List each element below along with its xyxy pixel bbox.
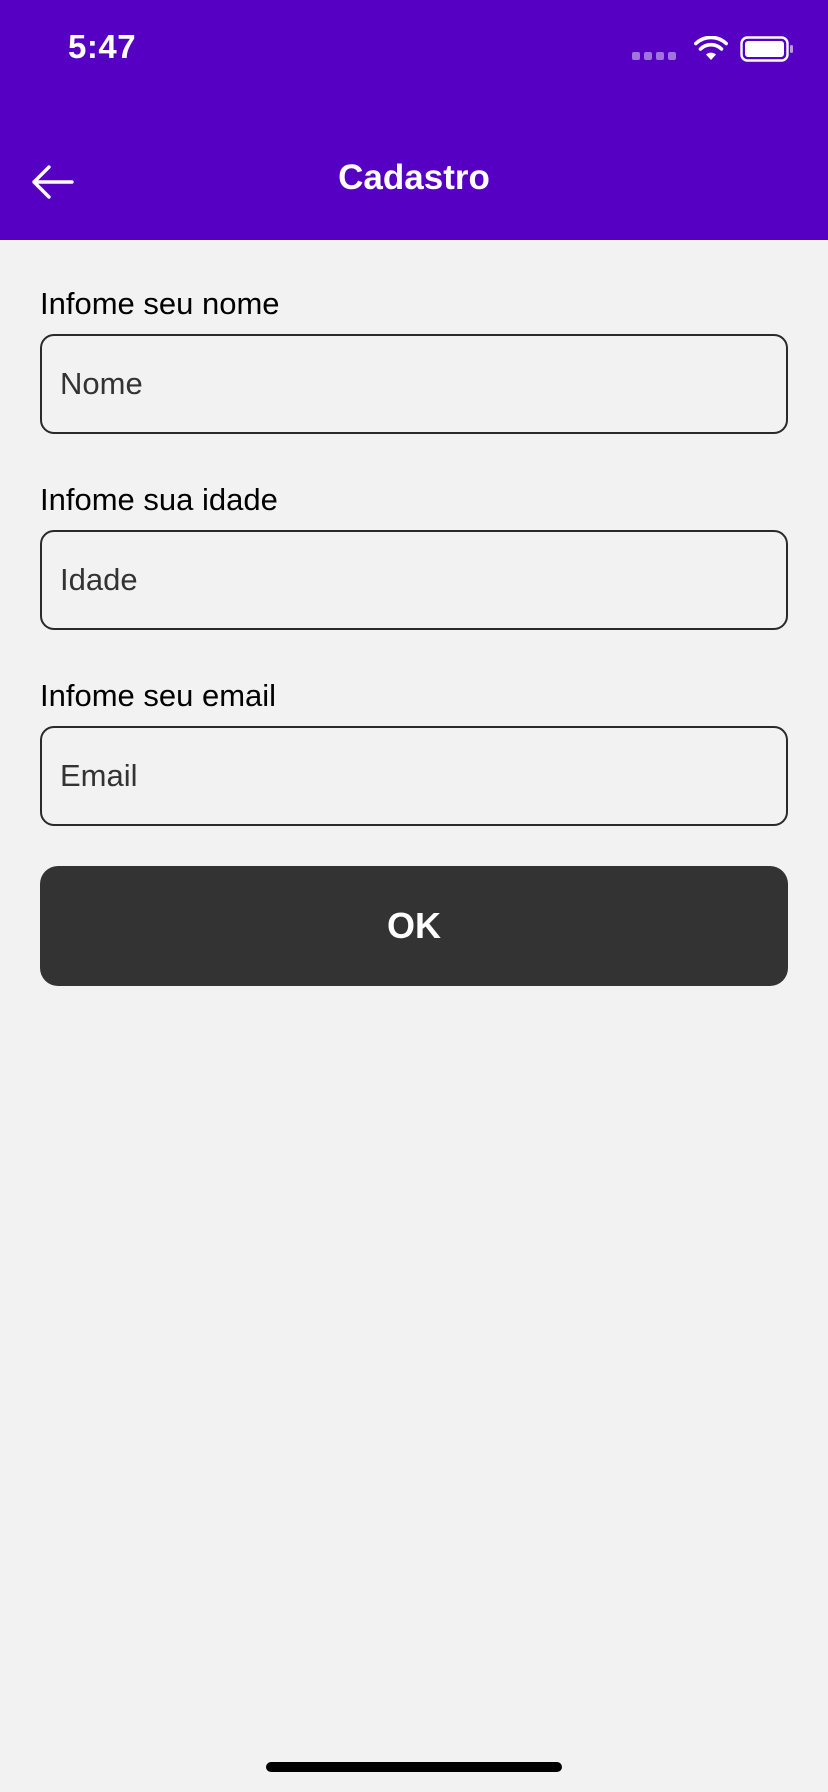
- page-title: Cadastro: [338, 158, 490, 197]
- screen: 5:47 Cadastro Infome seu nome Nome Infom…: [0, 0, 828, 1792]
- age-label: Infome sua idade: [40, 482, 278, 517]
- age-input[interactable]: [40, 530, 788, 630]
- registration-form: Infome seu nome Infome sua idade Infome …: [40, 282, 788, 986]
- status-icons: [632, 36, 794, 62]
- ok-button[interactable]: OK: [40, 866, 788, 986]
- wifi-icon: [694, 36, 728, 60]
- battery-icon: [740, 36, 793, 62]
- email-input[interactable]: [40, 726, 788, 826]
- status-time: 5:47: [68, 28, 137, 65]
- app-header: 5:47 Cadastro: [0, 0, 828, 240]
- home-indicator[interactable]: [266, 1762, 562, 1772]
- email-label: Infome seu email: [40, 678, 277, 713]
- cellular-signal-icon: [632, 52, 676, 60]
- name-label: Infome seu nome: [40, 286, 280, 321]
- name-input[interactable]: [40, 334, 788, 434]
